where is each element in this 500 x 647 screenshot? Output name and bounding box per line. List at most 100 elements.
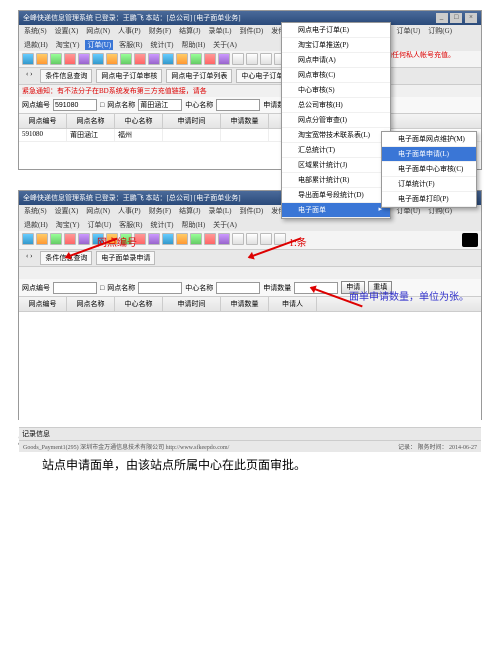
menu-item[interactable]: 退款(H) (22, 40, 50, 50)
tool-icon[interactable] (106, 53, 118, 65)
menu-item[interactable]: 订单(U) (85, 40, 113, 50)
submenu-item[interactable]: 电子面单中心审核(C) (382, 162, 476, 177)
submenu-item[interactable]: 订单统计(F) (382, 177, 476, 192)
menu-item[interactable]: 关于(A) (211, 220, 239, 230)
menu-item[interactable]: 系统(S) (22, 26, 49, 36)
filter-site-name[interactable] (138, 282, 182, 294)
submenu-item[interactable]: 电部累计统计(R) (282, 173, 390, 188)
column-header[interactable]: 网点编号 (19, 297, 67, 311)
maximize-icon[interactable]: □ (450, 13, 462, 23)
submenu-item[interactable]: 电子面单 (282, 203, 390, 218)
tool-icon[interactable] (232, 233, 244, 245)
tool-icon[interactable] (176, 53, 188, 65)
submenu-item[interactable]: 总公司审核(H) (282, 98, 390, 113)
minimize-icon[interactable]: _ (436, 13, 448, 23)
bottom-tab[interactable]: 记录信息 (19, 427, 481, 440)
tab[interactable]: 网点电子订单列表 (166, 69, 232, 83)
tool-icon[interactable] (232, 53, 244, 65)
menu-item[interactable]: 订单(U) (395, 26, 423, 36)
tool-icon[interactable] (260, 53, 272, 65)
column-header[interactable]: 网点名称 (67, 297, 115, 311)
tool-icon[interactable] (36, 53, 48, 65)
column-header[interactable]: 申请时间 (163, 297, 221, 311)
menu-item[interactable]: 帮助(H) (179, 220, 207, 230)
search-icon[interactable]: □ (100, 284, 104, 292)
filter-center-name[interactable] (216, 282, 260, 294)
tool-icon[interactable] (162, 53, 174, 65)
menu-item[interactable]: 网点(N) (84, 206, 112, 216)
tool-icon[interactable] (120, 53, 132, 65)
submenu-item[interactable]: 网点电子订单(E) (282, 23, 390, 38)
submenu-item[interactable]: 网点申请(A) (282, 53, 390, 68)
menu-item[interactable]: 结算(J) (177, 26, 202, 36)
tool-icon[interactable] (162, 233, 174, 245)
tool-icon[interactable] (246, 53, 258, 65)
column-header[interactable]: 中心名称 (115, 114, 163, 128)
tool-icon[interactable] (78, 53, 90, 65)
submenu-item[interactable]: 网点审核(C) (282, 68, 390, 83)
menu-item[interactable]: 到件(D) (237, 206, 265, 216)
menu-item[interactable]: 关于(A) (211, 40, 239, 50)
column-header[interactable]: 申请数量 (221, 114, 269, 128)
tool-icon[interactable] (148, 233, 160, 245)
menu-item[interactable]: 结算(J) (177, 206, 202, 216)
menu-item[interactable]: 录单(L) (207, 206, 234, 216)
tool-icon[interactable] (218, 53, 230, 65)
submenu-item[interactable]: 网点分管审查(I) (282, 113, 390, 128)
tool-icon[interactable] (246, 233, 258, 245)
submenu-item[interactable]: 淘宝宽带技术联系表(L) (282, 128, 390, 143)
menu-item[interactable]: 订购(G) (426, 26, 454, 36)
tab[interactable]: 电子面单录申请 (96, 251, 155, 265)
submenu-item[interactable]: 导出面单号段统计(D) (282, 188, 390, 203)
tool-icon[interactable] (64, 53, 76, 65)
menu-item[interactable]: 帮助(H) (179, 40, 207, 50)
tool-icon[interactable] (22, 53, 34, 65)
menu-item[interactable]: 客服(R) (117, 40, 144, 50)
tool-icon[interactable] (176, 233, 188, 245)
column-header[interactable]: 中心名称 (115, 297, 163, 311)
filter-site-code[interactable] (53, 282, 97, 294)
menu-item[interactable]: 财务(F) (147, 206, 174, 216)
menu-item[interactable]: 系统(S) (22, 206, 49, 216)
tool-icon[interactable] (92, 53, 104, 65)
column-header[interactable]: 网点名称 (67, 114, 115, 128)
filter-qty[interactable] (294, 282, 338, 294)
tool-icon[interactable] (50, 53, 62, 65)
filter-site-code[interactable] (53, 99, 97, 111)
menu-item[interactable]: 统计(T) (149, 220, 176, 230)
column-header[interactable]: 申请时间 (163, 114, 221, 128)
speaker-icon[interactable] (462, 233, 478, 247)
tool-icon[interactable] (260, 233, 272, 245)
column-header[interactable]: 申请数量 (221, 297, 269, 311)
tool-icon[interactable] (190, 53, 202, 65)
submenu-item[interactable]: 电子面单网点维护(M) (382, 132, 476, 147)
close-icon[interactable]: × (465, 13, 477, 23)
submenu-item[interactable]: 区域累计统计(J) (282, 158, 390, 173)
tab[interactable]: 条件信息查询 (40, 69, 92, 83)
submenu-item[interactable]: 淘宝订单推送(P) (282, 38, 390, 53)
tool-icon[interactable] (22, 233, 34, 245)
menu-item[interactable]: 到件(D) (237, 26, 265, 36)
menu-item[interactable]: 人事(P) (116, 26, 143, 36)
submenu-item[interactable]: 电子面单申请(L) (382, 147, 476, 162)
tool-icon[interactable] (134, 53, 146, 65)
tool-icon[interactable] (190, 233, 202, 245)
menu-item[interactable]: 设置(X) (53, 206, 81, 216)
filter-center-name[interactable] (216, 99, 260, 111)
tool-icon[interactable] (64, 233, 76, 245)
tool-icon[interactable] (218, 233, 230, 245)
menu-item[interactable]: 设置(X) (53, 26, 81, 36)
menu-item[interactable]: 财务(F) (147, 26, 174, 36)
tool-icon[interactable] (50, 233, 62, 245)
submenu-item[interactable]: 汇总统计(T) (282, 143, 390, 158)
menu-item[interactable]: 录单(L) (207, 26, 234, 36)
tool-icon[interactable] (148, 53, 160, 65)
menu-item[interactable]: 网点(N) (84, 26, 112, 36)
tool-icon[interactable] (204, 53, 216, 65)
submenu-item[interactable]: 中心审核(S) (282, 83, 390, 98)
tool-icon[interactable] (204, 233, 216, 245)
menu-item[interactable]: 统计(T) (149, 40, 176, 50)
search-icon[interactable]: □ (100, 101, 104, 109)
menu-item[interactable]: 客服(R) (117, 220, 144, 230)
menu-item[interactable]: 订单(U) (85, 220, 113, 230)
